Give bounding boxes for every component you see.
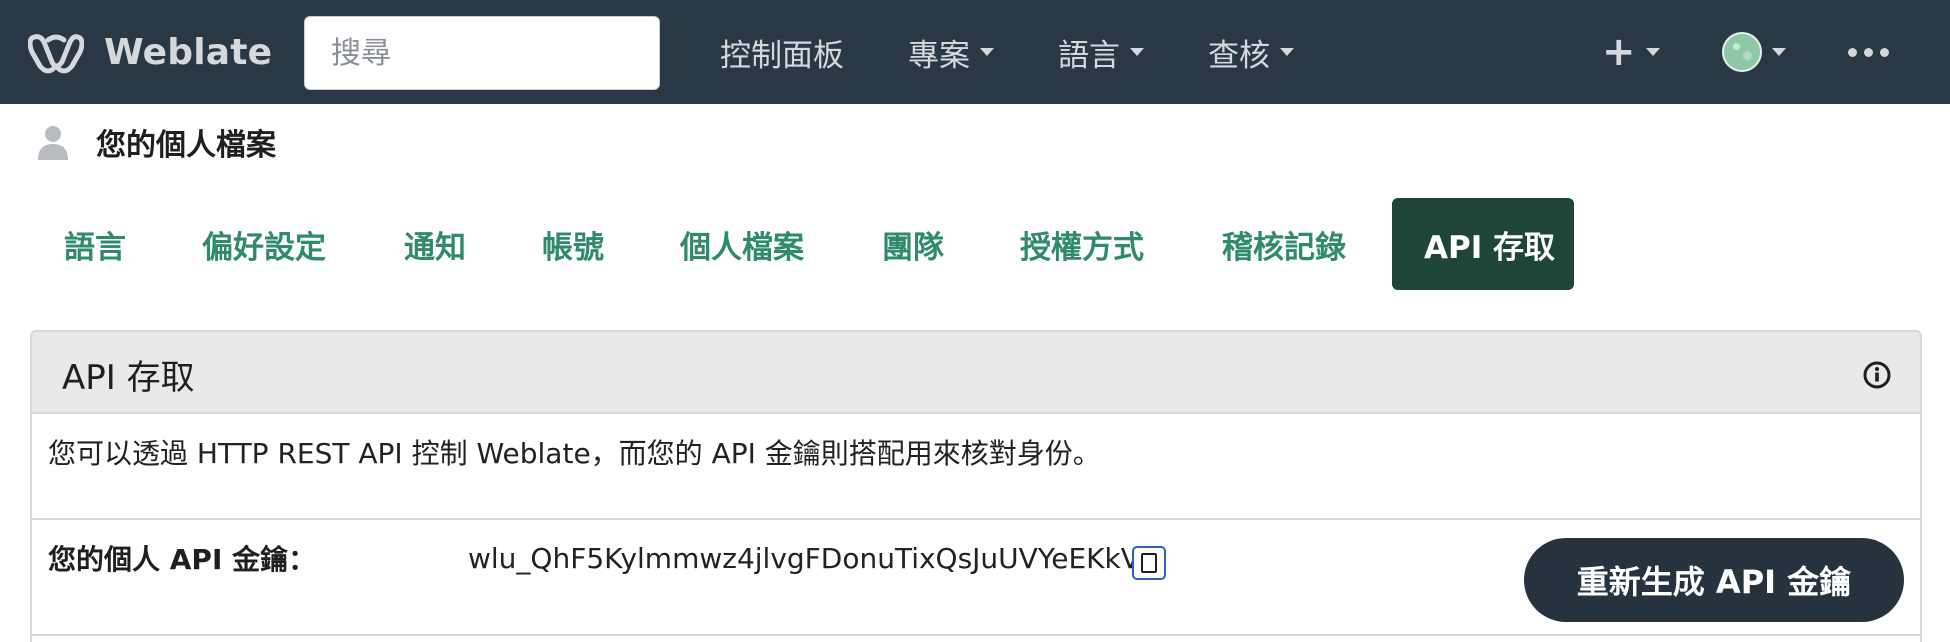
plus-icon: + (1602, 29, 1636, 75)
tab-label: 個人檔案 (680, 229, 804, 266)
tab-label: 團隊 (882, 229, 944, 266)
more-menu[interactable] (1848, 28, 1889, 76)
info-icon[interactable] (1862, 360, 1892, 390)
tab-languages[interactable]: 語言 (32, 198, 158, 290)
tab-teams[interactable]: 團隊 (850, 198, 976, 290)
nav-dashboard-label: 控制面板 (720, 37, 844, 74)
chevron-down-icon (1645, 48, 1660, 56)
nav-projects-label: 專案 (908, 37, 970, 74)
add-menu[interactable]: + (1602, 28, 1660, 76)
profile-heading: 您的個人檔案 (36, 122, 276, 163)
nav-languages-label: 語言 (1058, 37, 1120, 74)
card-header: API 存取 (32, 332, 1920, 414)
brand-name: Weblate (104, 31, 273, 73)
nav-languages[interactable]: 語言 (1058, 28, 1144, 76)
api-key-value[interactable]: wlu_QhF5Kylmmwz4jlvgFDonuTixQsJuUVYeEKkV (468, 542, 1140, 575)
tab-label: 稽核記錄 (1222, 229, 1346, 266)
chevron-down-icon (1130, 48, 1144, 56)
tab-audit-log[interactable]: 稽核記錄 (1190, 198, 1378, 290)
tab-profile[interactable]: 個人檔案 (648, 198, 836, 290)
tab-notifications[interactable]: 通知 (372, 198, 498, 290)
api-access-card: API 存取 您可以透過 HTTP REST API 控制 Weblate，而您… (30, 330, 1922, 642)
tab-account[interactable]: 帳號 (510, 198, 636, 290)
avatar (1722, 32, 1762, 72)
tab-api-access[interactable]: API 存取 (1392, 198, 1574, 290)
tab-preferences[interactable]: 偏好設定 (170, 198, 358, 290)
api-key-label: 您的個人 API 金鑰： (48, 543, 317, 576)
regenerate-api-key-button[interactable]: 重新生成 API 金鑰 (1524, 538, 1904, 622)
top-navbar: Weblate 控制面板 專案 語言 查核 + (0, 0, 1950, 104)
user-menu[interactable] (1722, 28, 1786, 76)
tab-authentication[interactable]: 授權方式 (988, 198, 1176, 290)
page-title: 您的個人檔案 (96, 128, 276, 163)
chevron-down-icon (980, 48, 994, 56)
tab-label: 語言 (64, 229, 126, 266)
tab-label: API 存取 (1424, 229, 1556, 266)
tab-label: 帳號 (542, 229, 604, 266)
brand-link[interactable]: Weblate (28, 28, 272, 76)
divider (32, 634, 1920, 636)
tab-label: 通知 (404, 229, 466, 266)
weblate-logo-icon (28, 34, 84, 74)
copy-icon[interactable] (1132, 546, 1166, 580)
nav-dashboard[interactable]: 控制面板 (720, 28, 844, 76)
tab-label: 授權方式 (1020, 229, 1144, 266)
chevron-down-icon (1772, 48, 1786, 56)
search-input[interactable] (304, 16, 660, 90)
nav-checks[interactable]: 查核 (1208, 28, 1294, 76)
api-description: 您可以透過 HTTP REST API 控制 Weblate，而您的 API 金… (48, 437, 1101, 470)
user-icon (38, 126, 68, 160)
nav-projects[interactable]: 專案 (908, 28, 994, 76)
card-title: API 存取 (62, 358, 195, 398)
more-dots-icon (1848, 47, 1889, 57)
chevron-down-icon (1280, 48, 1294, 56)
tab-label: 偏好設定 (202, 229, 326, 266)
divider (32, 518, 1920, 520)
nav-checks-label: 查核 (1208, 37, 1270, 74)
